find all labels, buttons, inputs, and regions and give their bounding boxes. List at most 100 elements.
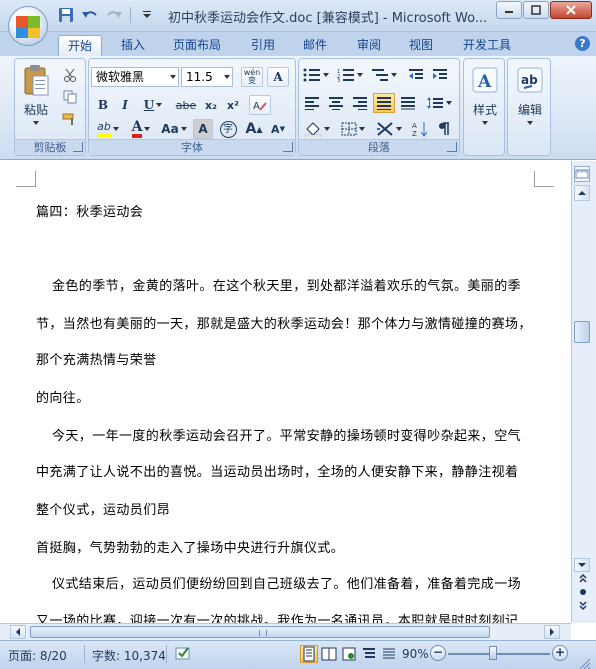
character-shading-button[interactable]: A	[193, 119, 213, 139]
quick-styles-button[interactable]: A	[468, 63, 502, 97]
proofing-button[interactable]	[174, 645, 192, 664]
tab-review[interactable]: 审阅	[348, 35, 390, 56]
tab-developer[interactable]: 开发工具	[454, 35, 520, 56]
multilevel-list-button[interactable]	[369, 65, 399, 85]
tab-view[interactable]: 视图	[400, 35, 442, 56]
italic-button[interactable]: I	[115, 95, 135, 115]
editing-dropdown[interactable]	[523, 117, 537, 125]
zoom-in-button[interactable]: +	[552, 645, 568, 661]
paste-dropdown[interactable]	[29, 117, 43, 125]
undo-button[interactable]	[80, 6, 100, 24]
svg-text:Z: Z	[412, 130, 417, 137]
distributed-button[interactable]	[397, 93, 419, 113]
bullets-button[interactable]	[301, 65, 331, 85]
previous-page-button[interactable]	[578, 573, 588, 586]
document-area[interactable]: 篇四：秋季运动会 金色的季节，金黄的落叶。在这个秋天里，到处都洋溢着欢乐的气氛。…	[0, 161, 571, 623]
numbering-button[interactable]: 123	[335, 65, 365, 85]
tab-insert[interactable]: 插入	[112, 35, 154, 56]
paragraph-dialog-launcher[interactable]	[447, 142, 457, 152]
character-border-button[interactable]: A	[267, 67, 289, 87]
shading-button[interactable]	[301, 119, 333, 139]
tab-references[interactable]: 引用	[242, 35, 284, 56]
line-spacing-button[interactable]	[423, 93, 455, 113]
editing-button[interactable]: ab	[513, 63, 547, 97]
web-layout-button[interactable]	[340, 645, 358, 663]
minimize-button[interactable]	[496, 1, 522, 19]
horizontal-scroll-thumb[interactable]	[30, 626, 490, 638]
styles-dropdown[interactable]	[478, 117, 492, 125]
enclose-characters-button[interactable]: 字	[217, 119, 239, 139]
align-center-button[interactable]	[325, 93, 347, 113]
full-screen-reading-button[interactable]	[320, 645, 338, 663]
phonetic-guide-label: wén 变	[243, 68, 261, 85]
font-name-combo[interactable]: 微软雅黑	[91, 67, 179, 87]
maximize-button[interactable]	[523, 1, 549, 19]
superscript-button[interactable]: x²	[223, 95, 243, 115]
resize-grip[interactable]	[578, 657, 592, 669]
select-browse-object-button[interactable]	[578, 587, 588, 600]
horizontal-scrollbar[interactable]	[0, 623, 571, 640]
next-page-button[interactable]	[578, 601, 588, 614]
draft-view-button[interactable]	[380, 645, 398, 663]
styles-label[interactable]: 样式	[464, 101, 506, 118]
vertical-scrollbar[interactable]	[571, 161, 596, 623]
word-count[interactable]: 字数: 10,374	[92, 647, 166, 664]
increase-indent-button[interactable]	[429, 65, 451, 85]
cut-button[interactable]	[59, 65, 81, 85]
phonetic-guide-button[interactable]: wén 变	[241, 67, 263, 87]
subscript-button[interactable]: x₂	[201, 95, 221, 115]
grow-font-button[interactable]: A ▲	[243, 119, 265, 139]
office-button[interactable]	[8, 6, 48, 46]
underline-button[interactable]: U	[139, 95, 167, 115]
vertical-scroll-thumb[interactable]	[574, 321, 590, 343]
bold-button[interactable]: B	[93, 95, 113, 115]
scroll-left-button[interactable]	[10, 625, 26, 639]
scroll-down-button[interactable]	[574, 558, 590, 572]
change-case-button[interactable]: Aa	[159, 119, 189, 139]
paste-label[interactable]: 粘贴	[19, 101, 53, 118]
tab-mailings[interactable]: 邮件	[294, 35, 336, 56]
font-size-value: 11.5	[186, 70, 213, 84]
show-marks-button[interactable]	[433, 119, 455, 139]
paste-button[interactable]	[21, 63, 51, 99]
align-right-button[interactable]	[349, 93, 371, 113]
clipboard-dialog-launcher[interactable]	[73, 142, 83, 152]
font-color-button[interactable]: A	[127, 119, 155, 139]
justify-button[interactable]	[373, 93, 395, 113]
copy-button[interactable]	[59, 87, 81, 107]
redo-button[interactable]	[104, 6, 124, 24]
tab-home[interactable]: 开始	[58, 35, 103, 56]
shrink-font-button[interactable]: A ▼	[267, 119, 289, 139]
paragraph-group-label: 段落	[299, 139, 459, 155]
borders-button[interactable]	[337, 119, 369, 139]
outline-view-button[interactable]	[360, 645, 378, 663]
align-left-button[interactable]	[301, 93, 323, 113]
scroll-grip	[259, 630, 267, 636]
decrease-indent-button[interactable]	[405, 65, 427, 85]
scroll-right-button[interactable]	[544, 625, 560, 639]
customize-qat-button[interactable]	[137, 6, 157, 24]
zoom-level[interactable]: 90%	[402, 647, 429, 661]
scroll-up-button[interactable]	[574, 185, 590, 201]
zoom-out-button[interactable]: −	[430, 645, 446, 661]
save-button[interactable]	[56, 6, 76, 24]
tab-page-layout[interactable]: 页面布局	[164, 35, 230, 56]
strikethrough-button[interactable]: abe	[173, 95, 199, 115]
font-color-label: A	[131, 120, 143, 138]
doc-line: 仪式结束后，运动员们便纷纷回到自己班级去了。他们准备着，准备着完成一场	[52, 577, 522, 592]
editing-label[interactable]: 编辑	[508, 101, 552, 118]
chinese-layout-button[interactable]	[373, 119, 405, 139]
view-ruler-button[interactable]	[574, 166, 590, 182]
zoom-slider-track[interactable]	[448, 653, 550, 655]
font-size-combo[interactable]: 11.5	[181, 67, 233, 87]
page-count[interactable]: 页面: 8/20	[8, 647, 67, 664]
format-painter-button[interactable]	[59, 109, 81, 129]
sort-button[interactable]: AZ	[409, 119, 431, 139]
help-icon[interactable]: ?	[575, 36, 590, 51]
close-button[interactable]	[550, 1, 592, 19]
clear-formatting-button[interactable]: A	[249, 95, 271, 115]
zoom-slider-thumb[interactable]	[489, 646, 497, 660]
font-dialog-launcher[interactable]	[283, 142, 293, 152]
highlight-button[interactable]: ab	[93, 119, 123, 139]
print-layout-view-button[interactable]	[300, 645, 318, 663]
